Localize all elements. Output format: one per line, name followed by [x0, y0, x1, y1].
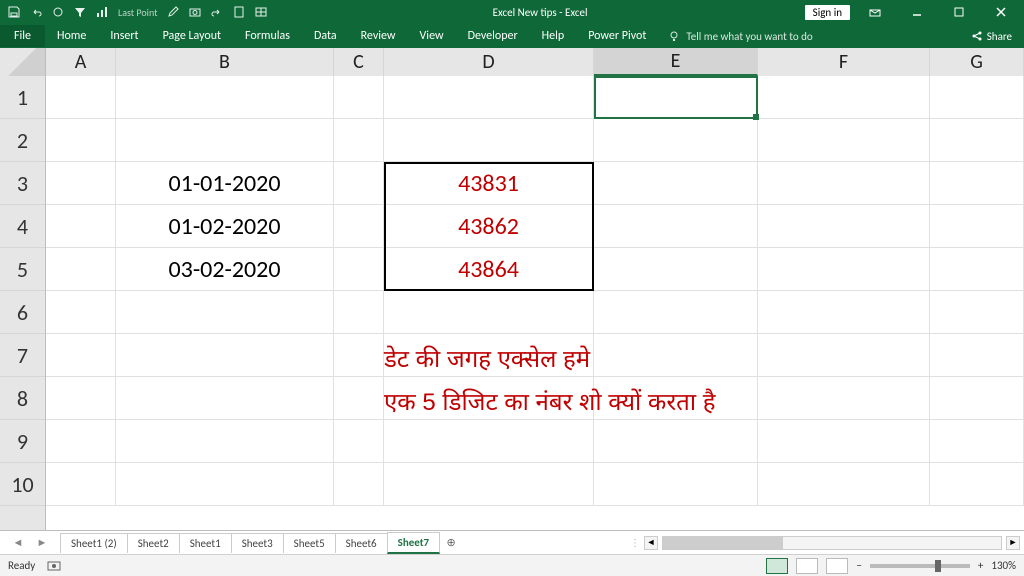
maximize-icon[interactable] [942, 0, 976, 24]
row-header-8[interactable]: 8 [0, 377, 45, 420]
title-bar: Last Point Excel New tips - Excel Sign i… [0, 0, 1024, 24]
col-header-F[interactable]: F [758, 48, 930, 76]
status-ready: Ready [8, 559, 35, 572]
column-headers: A B C D E F G [0, 48, 1024, 76]
row-header-10[interactable]: 10 [0, 463, 45, 506]
tab-data[interactable]: Data [302, 25, 349, 47]
sheet-nav-prev-icon[interactable]: ◄ [13, 536, 24, 549]
redo-icon[interactable] [211, 6, 223, 18]
cell-D4[interactable]: 43862 [384, 205, 594, 248]
view-page-break-button[interactable] [826, 558, 848, 574]
col-header-B[interactable]: B [116, 48, 334, 76]
close-icon[interactable] [984, 0, 1018, 24]
tab-developer[interactable]: Developer [456, 25, 530, 47]
sheet-nav-next-icon[interactable]: ► [37, 536, 48, 549]
sheet-nav[interactable]: ◄ ► [0, 536, 60, 549]
row-header-9[interactable]: 9 [0, 420, 45, 463]
row-header-1[interactable]: 1 [0, 76, 45, 119]
share-label: Share [987, 30, 1012, 43]
ribbon-tabs: File Home Insert Page Layout Formulas Da… [0, 25, 658, 47]
view-page-layout-button[interactable] [796, 558, 818, 574]
circle-icon[interactable] [52, 6, 64, 18]
tab-review[interactable]: Review [349, 25, 408, 47]
status-bar: Ready − + 130% [0, 554, 1024, 576]
tell-me-label: Tell me what you want to do [686, 30, 812, 43]
zoom-level[interactable]: 130% [991, 559, 1016, 572]
last-point-label[interactable]: Last Point [118, 6, 157, 19]
col-header-D[interactable]: D [384, 48, 594, 76]
view-normal-button[interactable] [766, 558, 788, 574]
window-title: Excel New tips - Excel [275, 6, 804, 19]
tab-home[interactable]: Home [45, 25, 98, 47]
col-header-A[interactable]: A [46, 48, 116, 76]
row-header-2[interactable]: 2 [0, 119, 45, 162]
tab-insert[interactable]: Insert [98, 25, 150, 47]
camera-icon[interactable] [189, 6, 201, 18]
hscroll-right-icon[interactable]: ► [1006, 536, 1020, 550]
col-header-C[interactable]: C [334, 48, 384, 76]
col-header-E[interactable]: E [594, 48, 758, 76]
cell-area[interactable]: 01-01-2020 43831 01-02-2020 43862 03-02-20… [46, 76, 1024, 530]
zoom-slider[interactable] [870, 564, 970, 568]
add-sheet-button[interactable]: ⊕ [439, 536, 463, 549]
tab-formulas[interactable]: Formulas [233, 25, 302, 47]
row-headers: 1 2 3 4 5 6 7 8 9 10 [0, 76, 46, 530]
row-header-7[interactable]: 7 [0, 334, 45, 377]
tab-power-pivot[interactable]: Power Pivot [576, 25, 658, 47]
save-icon[interactable] [8, 6, 20, 18]
sheet-tab[interactable]: Sheet6 [335, 533, 388, 553]
sheet-tab[interactable]: Sheet1 (2) [60, 533, 128, 553]
cell-B3[interactable]: 01-01-2020 [116, 162, 334, 205]
row-header-4[interactable]: 4 [0, 205, 45, 248]
select-all-corner[interactable] [0, 48, 46, 76]
tab-view[interactable]: View [408, 25, 456, 47]
share-icon [971, 30, 983, 42]
ribbon-options-icon[interactable] [858, 0, 892, 24]
row-header-5[interactable]: 5 [0, 248, 45, 291]
sheet-icon[interactable] [233, 6, 245, 18]
sheet-tab[interactable]: Sheet3 [231, 533, 284, 553]
cell-B5[interactable]: 03-02-2020 [116, 248, 334, 291]
hscroll-left-icon[interactable]: ◄ [644, 536, 658, 550]
tab-help[interactable]: Help [530, 25, 577, 47]
zoom-in-icon[interactable]: + [978, 559, 983, 572]
tab-page-layout[interactable]: Page Layout [151, 25, 233, 47]
undo-icon[interactable] [30, 6, 42, 18]
cell-B4[interactable]: 01-02-2020 [116, 205, 334, 248]
ribbon: File Home Insert Page Layout Formulas Da… [0, 24, 1024, 48]
cell-D3[interactable]: 43831 [384, 162, 594, 205]
sheet-tab-active[interactable]: Sheet7 [387, 532, 441, 554]
tell-me-search[interactable]: Tell me what you want to do [668, 30, 812, 43]
row-header-3[interactable]: 3 [0, 162, 45, 205]
chart-icon[interactable] [96, 6, 108, 18]
lightbulb-icon [668, 30, 680, 42]
cell-D5[interactable]: 43864 [384, 248, 594, 291]
pencil-icon[interactable] [167, 6, 179, 18]
share-button[interactable]: Share [959, 26, 1024, 47]
tab-file[interactable]: File [0, 25, 45, 47]
filter-icon[interactable] [74, 6, 86, 18]
sheet-tab[interactable]: Sheet2 [127, 533, 180, 553]
sheet-tab[interactable]: Sheet1 [179, 533, 232, 553]
macro-record-icon[interactable] [47, 559, 61, 573]
sheet-tab[interactable]: Sheet5 [283, 533, 336, 553]
spreadsheet-grid: A B C D E F G 1 2 3 4 5 6 7 8 9 10 01-01… [0, 48, 1024, 530]
sheet-tab-bar: ◄ ► Sheet1 (2) Sheet2 Sheet1 Sheet3 Shee… [0, 530, 1024, 554]
row-header-6[interactable]: 6 [0, 291, 45, 334]
table-icon[interactable] [255, 6, 267, 18]
hscroll-bar[interactable] [662, 536, 1002, 550]
hscroll-thumb[interactable] [663, 537, 783, 549]
minimize-icon[interactable] [900, 0, 934, 24]
col-header-G[interactable]: G [930, 48, 1024, 76]
zoom-out-icon[interactable]: − [856, 559, 861, 572]
quick-access-toolbar: Last Point [0, 6, 275, 19]
sign-in-button[interactable]: Sign in [805, 5, 850, 20]
